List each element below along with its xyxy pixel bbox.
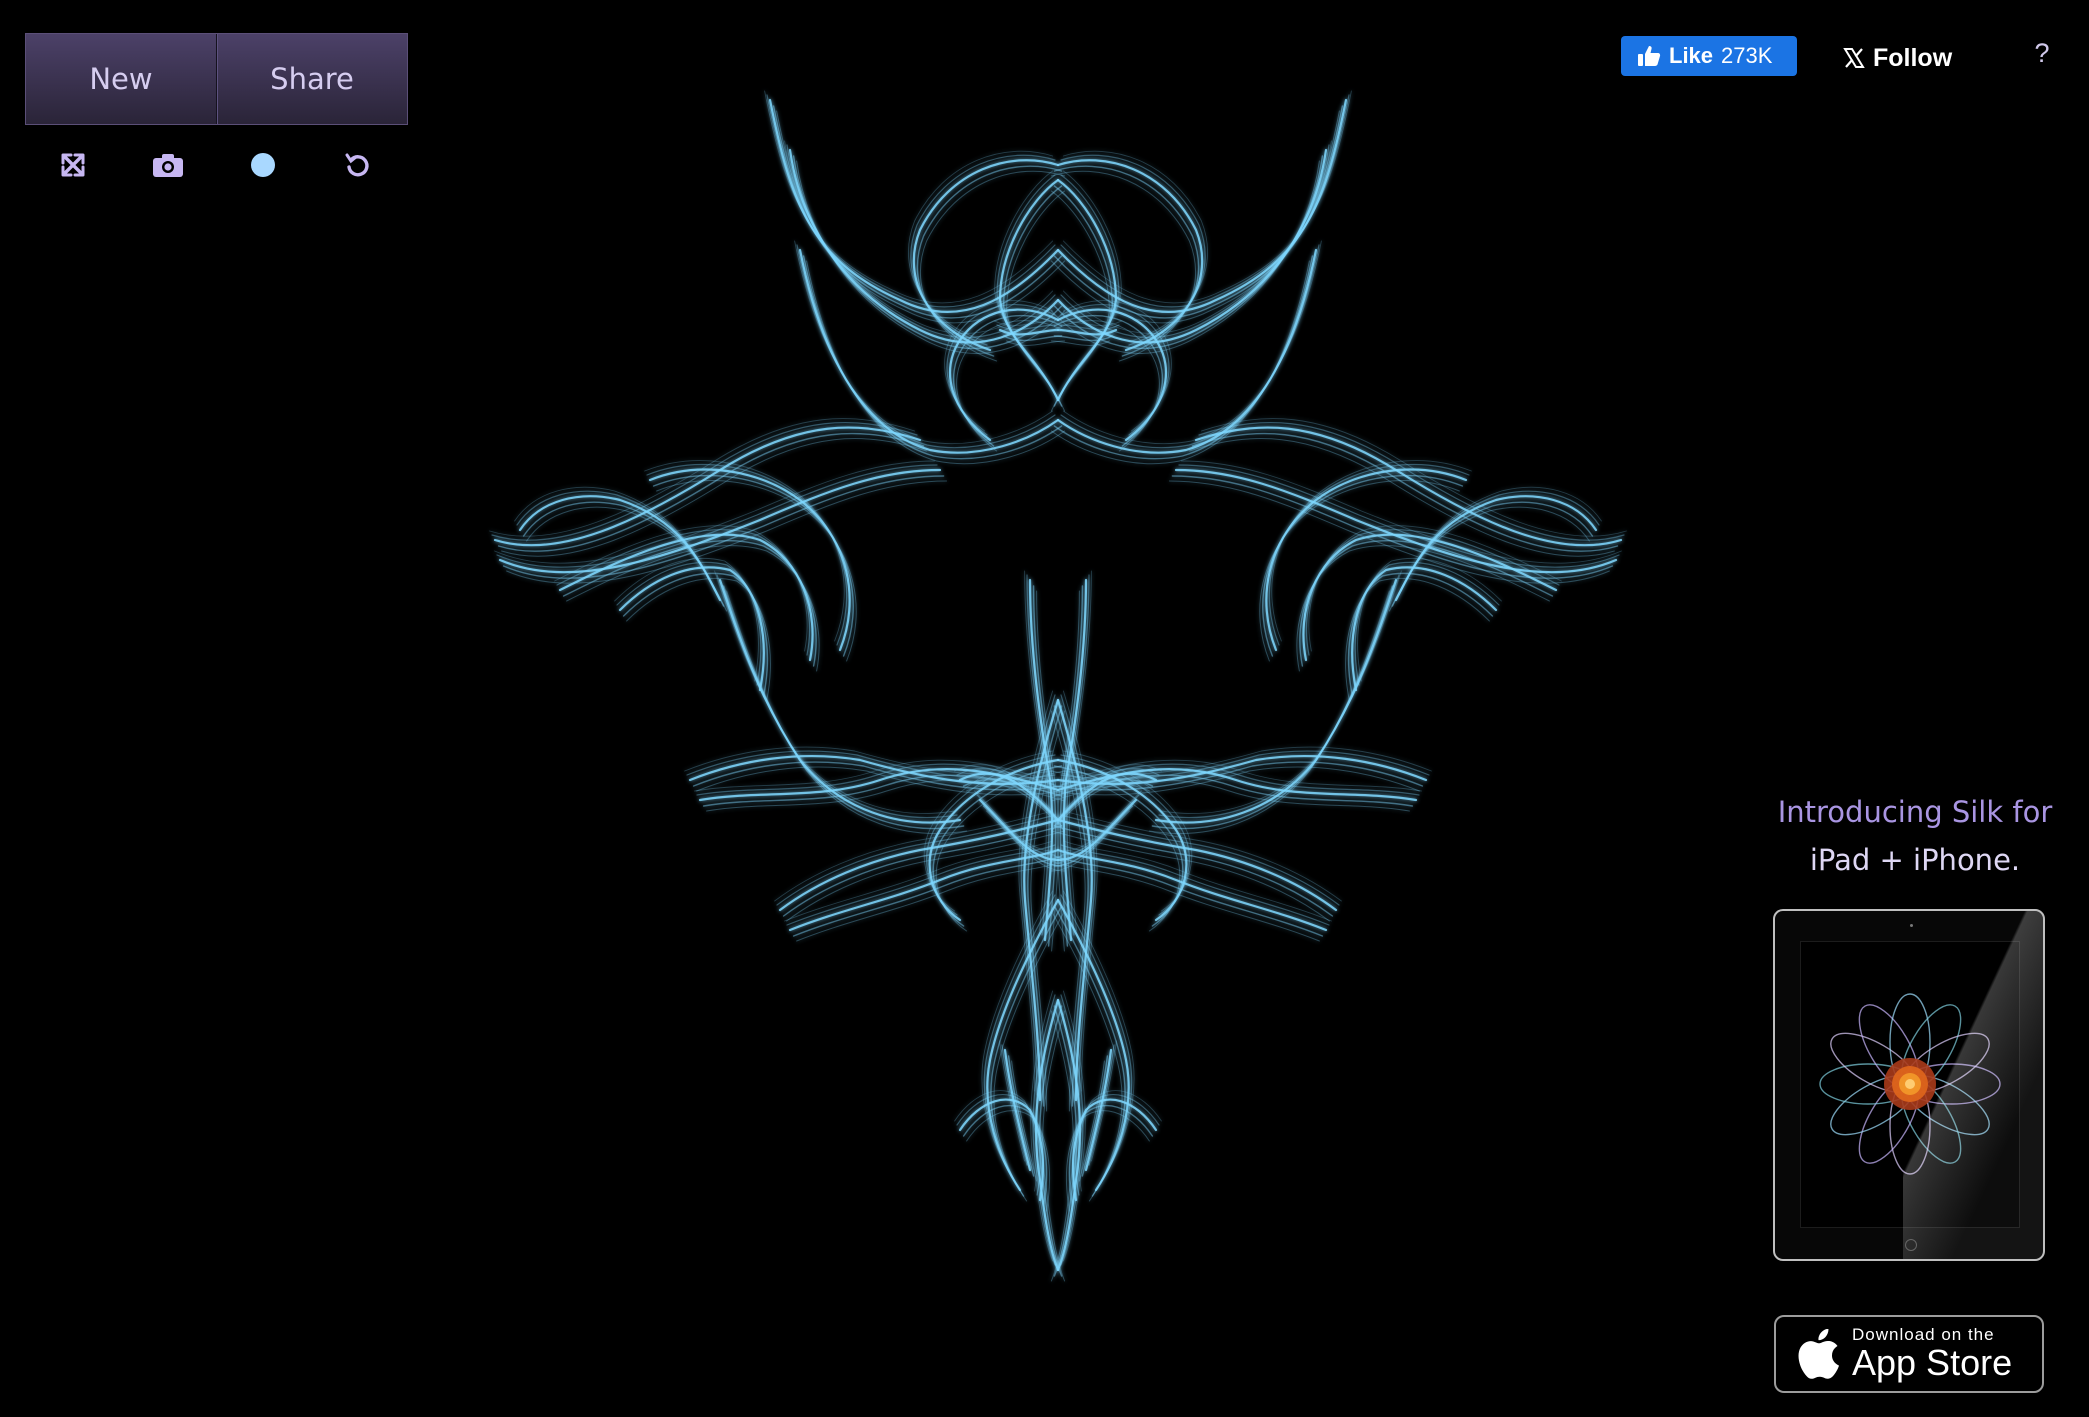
silk-strand (1053, 165, 1200, 357)
silk-strand (1062, 240, 1322, 445)
new-button[interactable]: New (26, 34, 216, 124)
ipad-promo-image[interactable] (1773, 909, 2045, 1261)
silk-strand (566, 545, 820, 672)
thumbs-up-icon (1638, 46, 1661, 66)
x-follow-button[interactable]: Follow (1843, 38, 1952, 78)
silk-strand (916, 165, 1063, 357)
silk-strand (1200, 418, 1627, 537)
silk-strand (1262, 474, 1464, 657)
like-count: 273K (1721, 43, 1773, 68)
fullscreen-button[interactable] (51, 143, 95, 187)
app-store-badge[interactable]: Download on the App Store (1774, 1315, 2044, 1393)
silk-strand (1296, 545, 1550, 672)
silk-strand (1158, 574, 1400, 819)
color-picker-button[interactable] (241, 143, 285, 187)
silk-strand (626, 577, 771, 702)
silk-strand (794, 240, 1054, 445)
silk-strand (796, 244, 1056, 449)
screenshot-button[interactable] (146, 143, 190, 187)
color-dot-icon (251, 153, 276, 177)
silk-strand (489, 418, 916, 537)
silk-strand (1053, 185, 1114, 407)
apple-logo-icon (1798, 1329, 1839, 1379)
help-button[interactable]: ? (2030, 38, 2054, 69)
silk-strand (1002, 185, 1063, 407)
silk-strand (1191, 432, 1619, 552)
like-label: Like (1669, 43, 1714, 68)
silk-strand (622, 572, 769, 697)
silk-strand (652, 474, 854, 657)
app-store-label: App Store (1852, 1342, 2013, 1383)
silk-strand (1347, 572, 1494, 697)
silk-strand (1050, 340, 1110, 346)
share-button[interactable]: Share (216, 34, 407, 124)
silk-strand (1198, 421, 1625, 541)
promo-line-1: Introducing Silk for (1777, 795, 2053, 829)
tool-row (25, 143, 406, 187)
ipad-home-button (1905, 1239, 1917, 1251)
main-button-group: New Share (25, 33, 408, 125)
app-store-text: Download on the App Store (1852, 1326, 2012, 1382)
silk-strand (1345, 577, 1490, 702)
silk-strand (764, 90, 1054, 304)
x-logo-icon (1843, 48, 1865, 68)
fullscreen-icon (61, 153, 85, 177)
follow-label: Follow (1873, 43, 1953, 72)
ipad-glare (1903, 911, 2043, 1259)
undo-icon (345, 153, 369, 177)
promo-text: Introducing Silk for iPad + iPhone. (1760, 788, 2070, 884)
silk-strand (1062, 90, 1352, 304)
silk-strand (491, 421, 918, 541)
silk-strand (716, 574, 958, 819)
silk-strand (1302, 533, 1558, 662)
undo-button[interactable] (336, 143, 380, 187)
silk-strand (497, 432, 925, 552)
facebook-like-button[interactable]: Like 273K (1621, 36, 1797, 76)
promo-line-2: iPad + iPhone. (1809, 843, 2021, 877)
camera-icon (152, 154, 183, 177)
silk-strand (558, 533, 814, 662)
silk-strand (1060, 244, 1320, 449)
